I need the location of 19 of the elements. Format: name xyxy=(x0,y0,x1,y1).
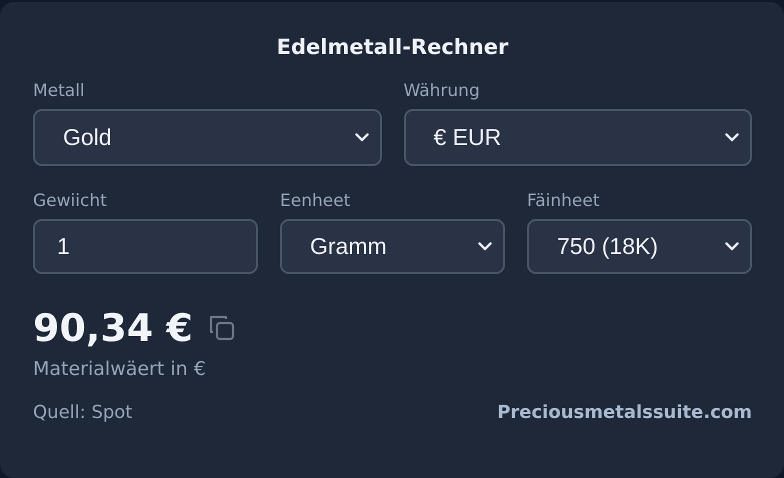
field-label: Metall xyxy=(33,80,86,102)
dropdown[interactable]: € EUR xyxy=(404,109,752,166)
field-label: Währung xyxy=(404,80,481,102)
chevron-down-icon xyxy=(478,242,492,251)
source-text: Quell: Spot xyxy=(33,402,132,423)
dropdown[interactable]: Gold xyxy=(33,109,382,166)
result-caption: Materialwäert in € xyxy=(33,358,207,380)
chevron-down-icon xyxy=(725,242,739,251)
chevron-down-icon xyxy=(725,133,739,142)
dropdown[interactable]: 750 (18K) xyxy=(527,219,752,274)
chevron-down-icon xyxy=(354,133,368,142)
input-field[interactable]: 1 xyxy=(33,219,258,274)
result-value: 90,34 € xyxy=(33,305,193,352)
field-label: Fäinheet xyxy=(527,190,600,212)
dropdown[interactable]: Gramm xyxy=(280,219,505,274)
website-link[interactable]: Preciousmetalssuite.com xyxy=(497,402,752,423)
field-label: Gewiicht xyxy=(33,190,108,212)
field-label: Eenheet xyxy=(280,190,352,212)
card-title: Edelmetall-Rechner xyxy=(276,34,510,61)
